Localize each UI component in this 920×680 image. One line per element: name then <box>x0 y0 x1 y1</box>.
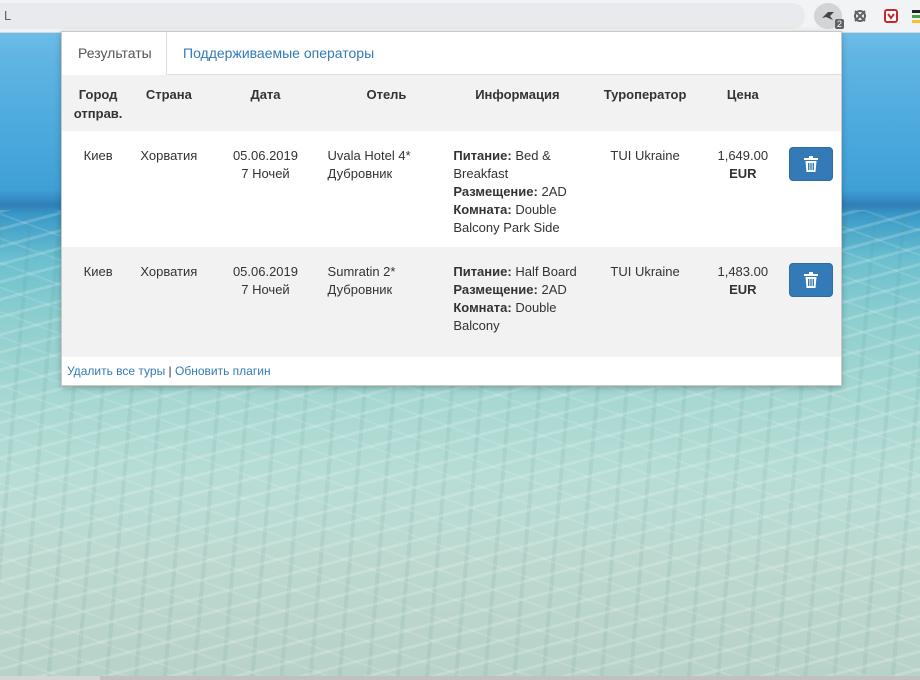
cell-hotel: Sumratin 2* Дубровник <box>324 247 450 357</box>
extension-badge: 2 <box>834 19 844 29</box>
cell-city: Киев <box>83 264 113 279</box>
accommodation-label: Размещение: <box>453 282 538 297</box>
accommodation-value: 2AD <box>541 282 567 297</box>
trash-icon <box>803 156 818 172</box>
header-actions <box>781 75 841 131</box>
hotel-name: Sumratin 2* <box>327 264 396 279</box>
nights-value: 7 Ночей <box>241 282 290 297</box>
trash-icon <box>803 272 818 288</box>
header-info: Информация <box>475 87 560 102</box>
puzzle-extension-icon[interactable] <box>850 6 870 26</box>
cell-actions <box>781 131 841 247</box>
room-label: Комната: <box>453 202 512 217</box>
accommodation-label: Размещение: <box>453 184 538 199</box>
accommodation-value: 2AD <box>541 184 567 199</box>
cell-info: Питание: Bed & Breakfast Размещение: 2AD… <box>449 131 585 247</box>
address-bar-text: L <box>4 8 12 23</box>
table-header-row: Город отправ. Страна Дата Отель Информац… <box>62 75 841 131</box>
date-value: 05.06.2019 <box>232 148 299 163</box>
table-row: Киев Хорватия 05.06.2019 7 Ночей Sumrati… <box>62 247 841 357</box>
cell-date: 05.06.2019 7 Ночей <box>207 131 323 247</box>
header-operator: Туроператор <box>603 87 687 102</box>
table-row: Киев Хорватия 05.06.2019 7 Ночей Uvala H… <box>62 131 841 247</box>
cell-date: 05.06.2019 7 Ночей <box>207 247 323 357</box>
price-value: 1,483.00 <box>717 264 769 279</box>
popup-footer: Удалить все туры | Обновить плагин <box>67 364 271 378</box>
bars-extension-icon[interactable] <box>908 6 920 26</box>
hotel-location: Дубровник <box>327 166 393 181</box>
cell-actions <box>781 247 841 357</box>
tab-results[interactable]: Результаты <box>62 32 167 75</box>
meal-value: Half Board <box>515 264 577 279</box>
date-value: 05.06.2019 <box>232 264 299 279</box>
browser-toolbar: L 2 <box>0 0 920 33</box>
cell-city: Киев <box>83 148 113 163</box>
cell-price: 1,483.00 EUR <box>705 247 781 357</box>
tab-supported-operators[interactable]: Поддерживаемые операторы <box>167 32 390 74</box>
price-currency: EUR <box>729 166 757 181</box>
cell-operator: TUI Ukraine <box>610 148 680 163</box>
address-bar[interactable]: L <box>0 3 805 29</box>
pocket-extension-icon[interactable] <box>881 6 901 26</box>
room-label: Комната: <box>453 300 512 315</box>
header-country: Страна <box>145 87 192 102</box>
header-date: Дата <box>250 87 281 102</box>
results-table: Город отправ. Страна Дата Отель Информац… <box>62 75 841 357</box>
header-price: Цена <box>726 87 759 102</box>
cell-info: Питание: Half Board Размещение: 2AD Комн… <box>449 247 585 357</box>
header-city: Город отправ. <box>73 87 123 121</box>
price-value: 1,649.00 <box>717 148 769 163</box>
hotel-location: Дубровник <box>327 282 393 297</box>
cell-operator: TUI Ukraine <box>610 264 680 279</box>
delete-tour-button[interactable] <box>788 147 833 181</box>
cell-country: Хорватия <box>140 148 198 163</box>
cell-price: 1,649.00 EUR <box>705 131 781 247</box>
hotel-name: Uvala Hotel 4* <box>327 148 411 163</box>
footer-separator: | <box>168 364 172 378</box>
delete-all-tours-link[interactable]: Удалить все туры <box>67 364 165 378</box>
tour-plugin-extension-icon[interactable]: 2 <box>814 3 844 29</box>
meal-label: Питание: <box>453 148 512 163</box>
header-hotel: Отель <box>366 87 407 102</box>
popup-tabs: Результаты Поддерживаемые операторы <box>62 32 841 75</box>
horizontal-scrollbar[interactable] <box>0 676 920 680</box>
extension-popup: Результаты Поддерживаемые операторы Горо… <box>61 31 842 386</box>
refresh-plugin-link[interactable]: Обновить плагин <box>175 364 271 378</box>
meal-label: Питание: <box>453 264 512 279</box>
cell-hotel: Uvala Hotel 4* Дубровник <box>324 131 450 247</box>
delete-tour-button[interactable] <box>788 263 833 297</box>
nights-value: 7 Ночей <box>241 166 290 181</box>
cell-country: Хорватия <box>140 264 198 279</box>
price-currency: EUR <box>729 282 757 297</box>
